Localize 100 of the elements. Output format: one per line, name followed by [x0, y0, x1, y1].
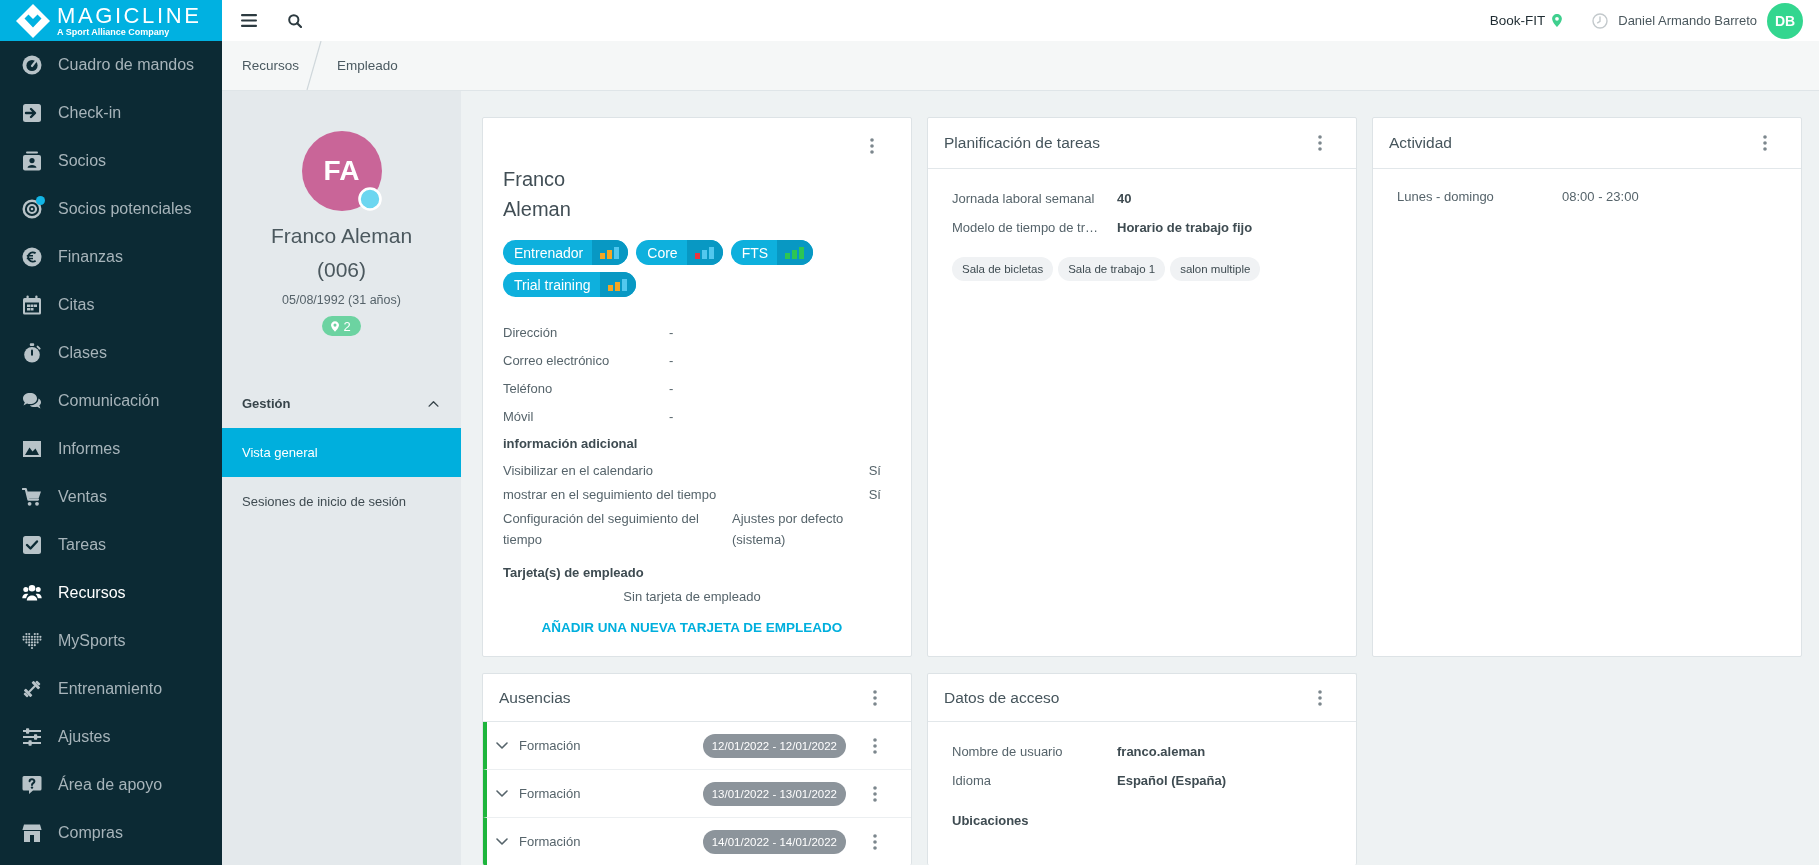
field-value: 08:00 - 23:00 [1562, 189, 1640, 204]
breadcrumb-link[interactable]: Empleado [337, 41, 398, 90]
nav-item[interactable]: Comunicación [0, 377, 222, 425]
skill-tag-label: Entrenador [513, 243, 585, 263]
field-label: Dirección [503, 324, 559, 340]
nav-item[interactable]: Ventas [0, 473, 222, 521]
store-icon [22, 823, 42, 843]
room-chip: salon multiple [1170, 257, 1261, 281]
birth-date: 05/08/1992 (31 años) [282, 292, 401, 309]
nav-item[interactable]: Recursos [0, 569, 222, 617]
date-range-badge: 14/01/2022 - 14/01/2022 [702, 829, 846, 854]
skill-tag-label: FTS [740, 243, 770, 263]
search-button[interactable] [288, 13, 302, 28]
nav-item[interactable]: Tareas [0, 521, 222, 569]
absence-row[interactable]: Formación 14/01/2022 - 14/01/2022 [483, 818, 911, 865]
submenu-item[interactable]: Sesiones de inicio de sesión [222, 477, 461, 526]
field-label: Nombre de usuario [952, 744, 1064, 759]
last-name: Aleman [503, 197, 571, 222]
absence-type: Formación [519, 786, 582, 801]
field-value: Horario de trabajo fijo [1117, 220, 1254, 235]
more-vertical-icon [873, 833, 877, 850]
calendar-icon [22, 295, 42, 315]
menu-button[interactable] [241, 14, 257, 27]
field-label: Teléfono [503, 380, 554, 396]
brand-tagline: A Sport Alliance Company [57, 26, 171, 38]
nav-item[interactable]: Finanzas [0, 233, 222, 281]
euro-icon [22, 247, 42, 267]
status-dot-icon [357, 187, 382, 211]
date-range-badge: 12/01/2022 - 12/01/2022 [702, 733, 846, 758]
nav-item[interactable]: Check-in [0, 89, 222, 137]
card-title: Ausencias [499, 688, 571, 707]
more-vertical-icon [873, 689, 877, 706]
field-label: Jornada laboral semanal [952, 191, 1096, 206]
more-vertical-icon [1318, 689, 1322, 706]
chat-icon [22, 391, 42, 411]
brand-wordmark: MAGICLINE [57, 3, 202, 27]
employee-number: (006) [317, 257, 366, 283]
room-chip: Sala de trabajo 1 [1058, 257, 1166, 281]
chevron-down-icon[interactable] [496, 789, 508, 798]
card-title: Planificación de tareas [944, 134, 1100, 152]
field-value: franco.aleman [1117, 744, 1207, 759]
employee-name: Franco Aleman [270, 223, 413, 249]
user-name[interactable]: Daniel Armando Barreto [1618, 13, 1757, 28]
sliders-icon [22, 727, 42, 747]
section-heading: Tarjeta(s) de empleado [503, 564, 645, 582]
field-value: - [669, 352, 675, 368]
nav-item[interactable]: Clases [0, 329, 222, 377]
absence-type: Formación [519, 834, 582, 849]
field-value: Español (España) [1117, 773, 1228, 788]
clock-icon [1592, 12, 1609, 29]
nav-item[interactable]: Compras [0, 809, 222, 857]
users-icon [22, 583, 42, 603]
field-value: - [669, 324, 675, 340]
location-count: 2 [343, 318, 351, 334]
more-vertical-icon [873, 785, 877, 802]
cart-icon [22, 487, 42, 507]
chevron-down-icon[interactable] [496, 837, 508, 846]
more-vertical-icon [873, 737, 877, 754]
skill-tag-label: Trial training [513, 275, 592, 295]
first-name: Franco [503, 167, 566, 192]
breadcrumb-link[interactable]: Recursos [242, 41, 300, 90]
chevron-down-icon[interactable] [496, 741, 508, 750]
nav-item[interactable]: Cuadro de mandos [0, 41, 222, 89]
target-icon [22, 199, 42, 219]
nav-item[interactable]: Socios [0, 137, 222, 185]
help-icon [22, 775, 42, 795]
field-value: 40 [1117, 191, 1133, 206]
section-heading: Ubicaciones [952, 812, 1030, 830]
field-label: Correo electrónico [503, 352, 611, 368]
search-icon [288, 13, 302, 28]
absence-type: Formación [519, 738, 582, 753]
profile-avatar: FA [301, 131, 382, 211]
nav-item[interactable]: Área de apoyo [0, 761, 222, 809]
field-label: Idioma [952, 773, 993, 788]
nav-item[interactable]: Citas [0, 281, 222, 329]
section-heading: información adicional [503, 435, 639, 453]
absence-row[interactable]: Formación 13/01/2022 - 13/01/2022 [483, 770, 911, 818]
field-value: Sí [868, 462, 881, 478]
room-chip: Sala de bicletas [952, 257, 1054, 281]
nav-item[interactable]: Informes [0, 425, 222, 473]
field-value: Sí [868, 486, 881, 502]
nav-item[interactable]: Ajustes [0, 713, 222, 761]
nav-item[interactable]: Socios potenciales [0, 185, 222, 233]
location-selector[interactable]: Book-FIT [1489, 13, 1563, 28]
location-pin-icon [1552, 14, 1563, 27]
breadcrumb-separator [303, 41, 324, 90]
more-vertical-icon [870, 137, 874, 154]
empty-message: Sin tarjeta de empleado [622, 588, 762, 606]
field-label: Visibilizar en el calendario [503, 462, 654, 478]
nav-item[interactable]: Entrenamiento [0, 665, 222, 713]
nav-item[interactable]: MySports [0, 617, 222, 665]
date-range-badge: 13/01/2022 - 13/01/2022 [702, 781, 846, 806]
checkbox-icon [22, 535, 42, 555]
skill-tag-label: Core [646, 243, 679, 263]
absence-row[interactable]: Formación 12/01/2022 - 12/01/2022 [483, 722, 911, 770]
field-label: mostrar en el seguimiento del tiempo [503, 486, 717, 502]
card-title: Actividad [1389, 134, 1452, 152]
section-toggle[interactable]: Gestión [222, 379, 461, 428]
field-label: Lunes - domingo [1397, 189, 1495, 204]
menu-icon [241, 14, 257, 27]
